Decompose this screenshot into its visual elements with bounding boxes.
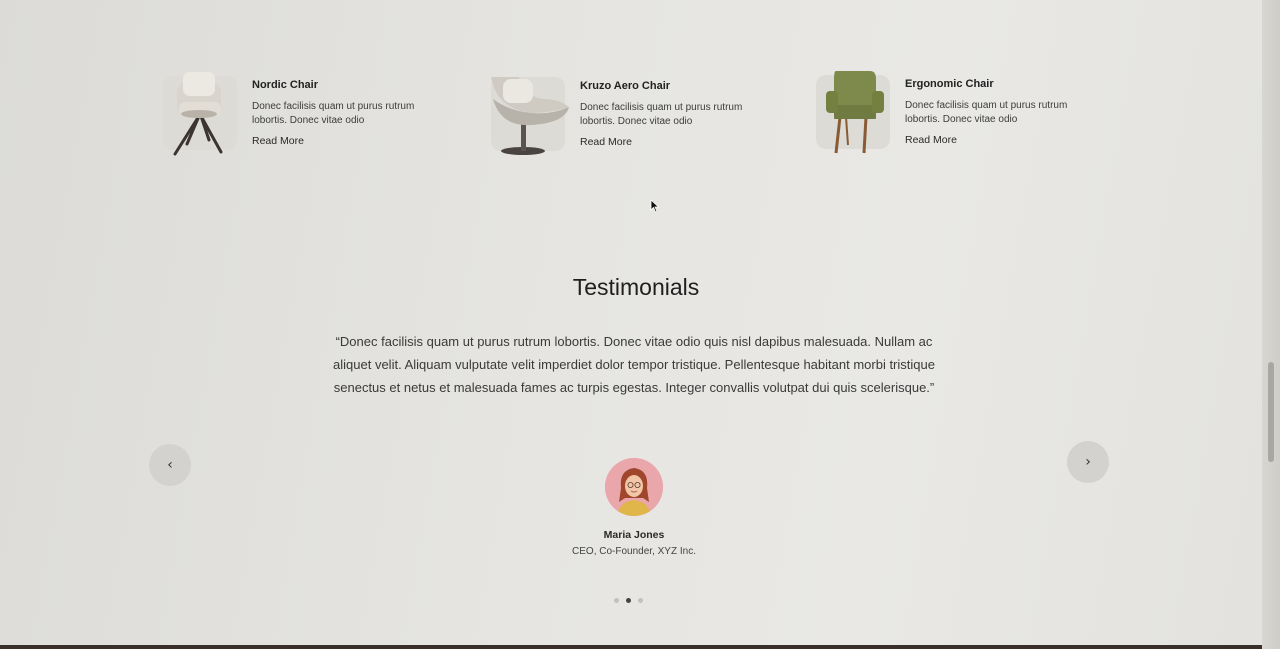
chevron-right-icon: › bbox=[1085, 454, 1091, 470]
testimonials-title: Testimonials bbox=[572, 274, 700, 300]
product-description: Donec facilisis quam ut purus rutrum lob… bbox=[252, 101, 415, 126]
read-more-link[interactable]: Read More bbox=[905, 134, 957, 146]
kruzo-aero-chair-image bbox=[491, 77, 569, 155]
product-card-ergonomic-chair: Ergonomic Chair Donec facilisis quam ut … bbox=[816, 71, 1116, 155]
ergonomic-chair-image bbox=[816, 71, 890, 154]
testimonial-author-role: CEO, Co-Founder, XYZ Inc. bbox=[572, 546, 696, 557]
carousel-dot-active[interactable] bbox=[626, 598, 631, 603]
product-name: Nordic Chair bbox=[252, 79, 319, 91]
carousel-dot[interactable] bbox=[614, 598, 619, 603]
testimonial-quote: “Donec facilisis quam ut purus rutrum lo… bbox=[333, 334, 935, 395]
testimonial-author-name: Maria Jones bbox=[603, 529, 665, 541]
nordic-chair-image bbox=[163, 72, 237, 156]
mouse-cursor-icon bbox=[650, 199, 660, 213]
chevron-left-icon: ‹ bbox=[167, 457, 173, 473]
product-card-nordic-chair: Nordic Chair Donec facilisis quam ut pur… bbox=[163, 72, 463, 156]
scrollbar-track[interactable] bbox=[1262, 0, 1280, 649]
next-testimonial-button[interactable]: › bbox=[1067, 441, 1109, 483]
product-name: Kruzo Aero Chair bbox=[580, 80, 671, 92]
carousel-dot[interactable] bbox=[638, 598, 643, 603]
page-viewport: Nordic Chair Donec facilisis quam ut pur… bbox=[0, 0, 1262, 645]
product-description: Donec facilisis quam ut purus rutrum lob… bbox=[580, 102, 743, 127]
read-more-link[interactable]: Read More bbox=[252, 135, 304, 147]
carousel-pagination bbox=[614, 598, 643, 603]
scrollbar-thumb[interactable] bbox=[1268, 362, 1274, 462]
prev-testimonial-button[interactable]: ‹ bbox=[149, 444, 191, 486]
product-name: Ergonomic Chair bbox=[905, 78, 994, 90]
product-description: Donec facilisis quam ut purus rutrum lob… bbox=[905, 100, 1068, 125]
product-card-kruzo-aero-chair: Kruzo Aero Chair Donec facilisis quam ut… bbox=[491, 77, 791, 157]
avatar bbox=[605, 458, 663, 516]
read-more-link[interactable]: Read More bbox=[580, 136, 632, 148]
